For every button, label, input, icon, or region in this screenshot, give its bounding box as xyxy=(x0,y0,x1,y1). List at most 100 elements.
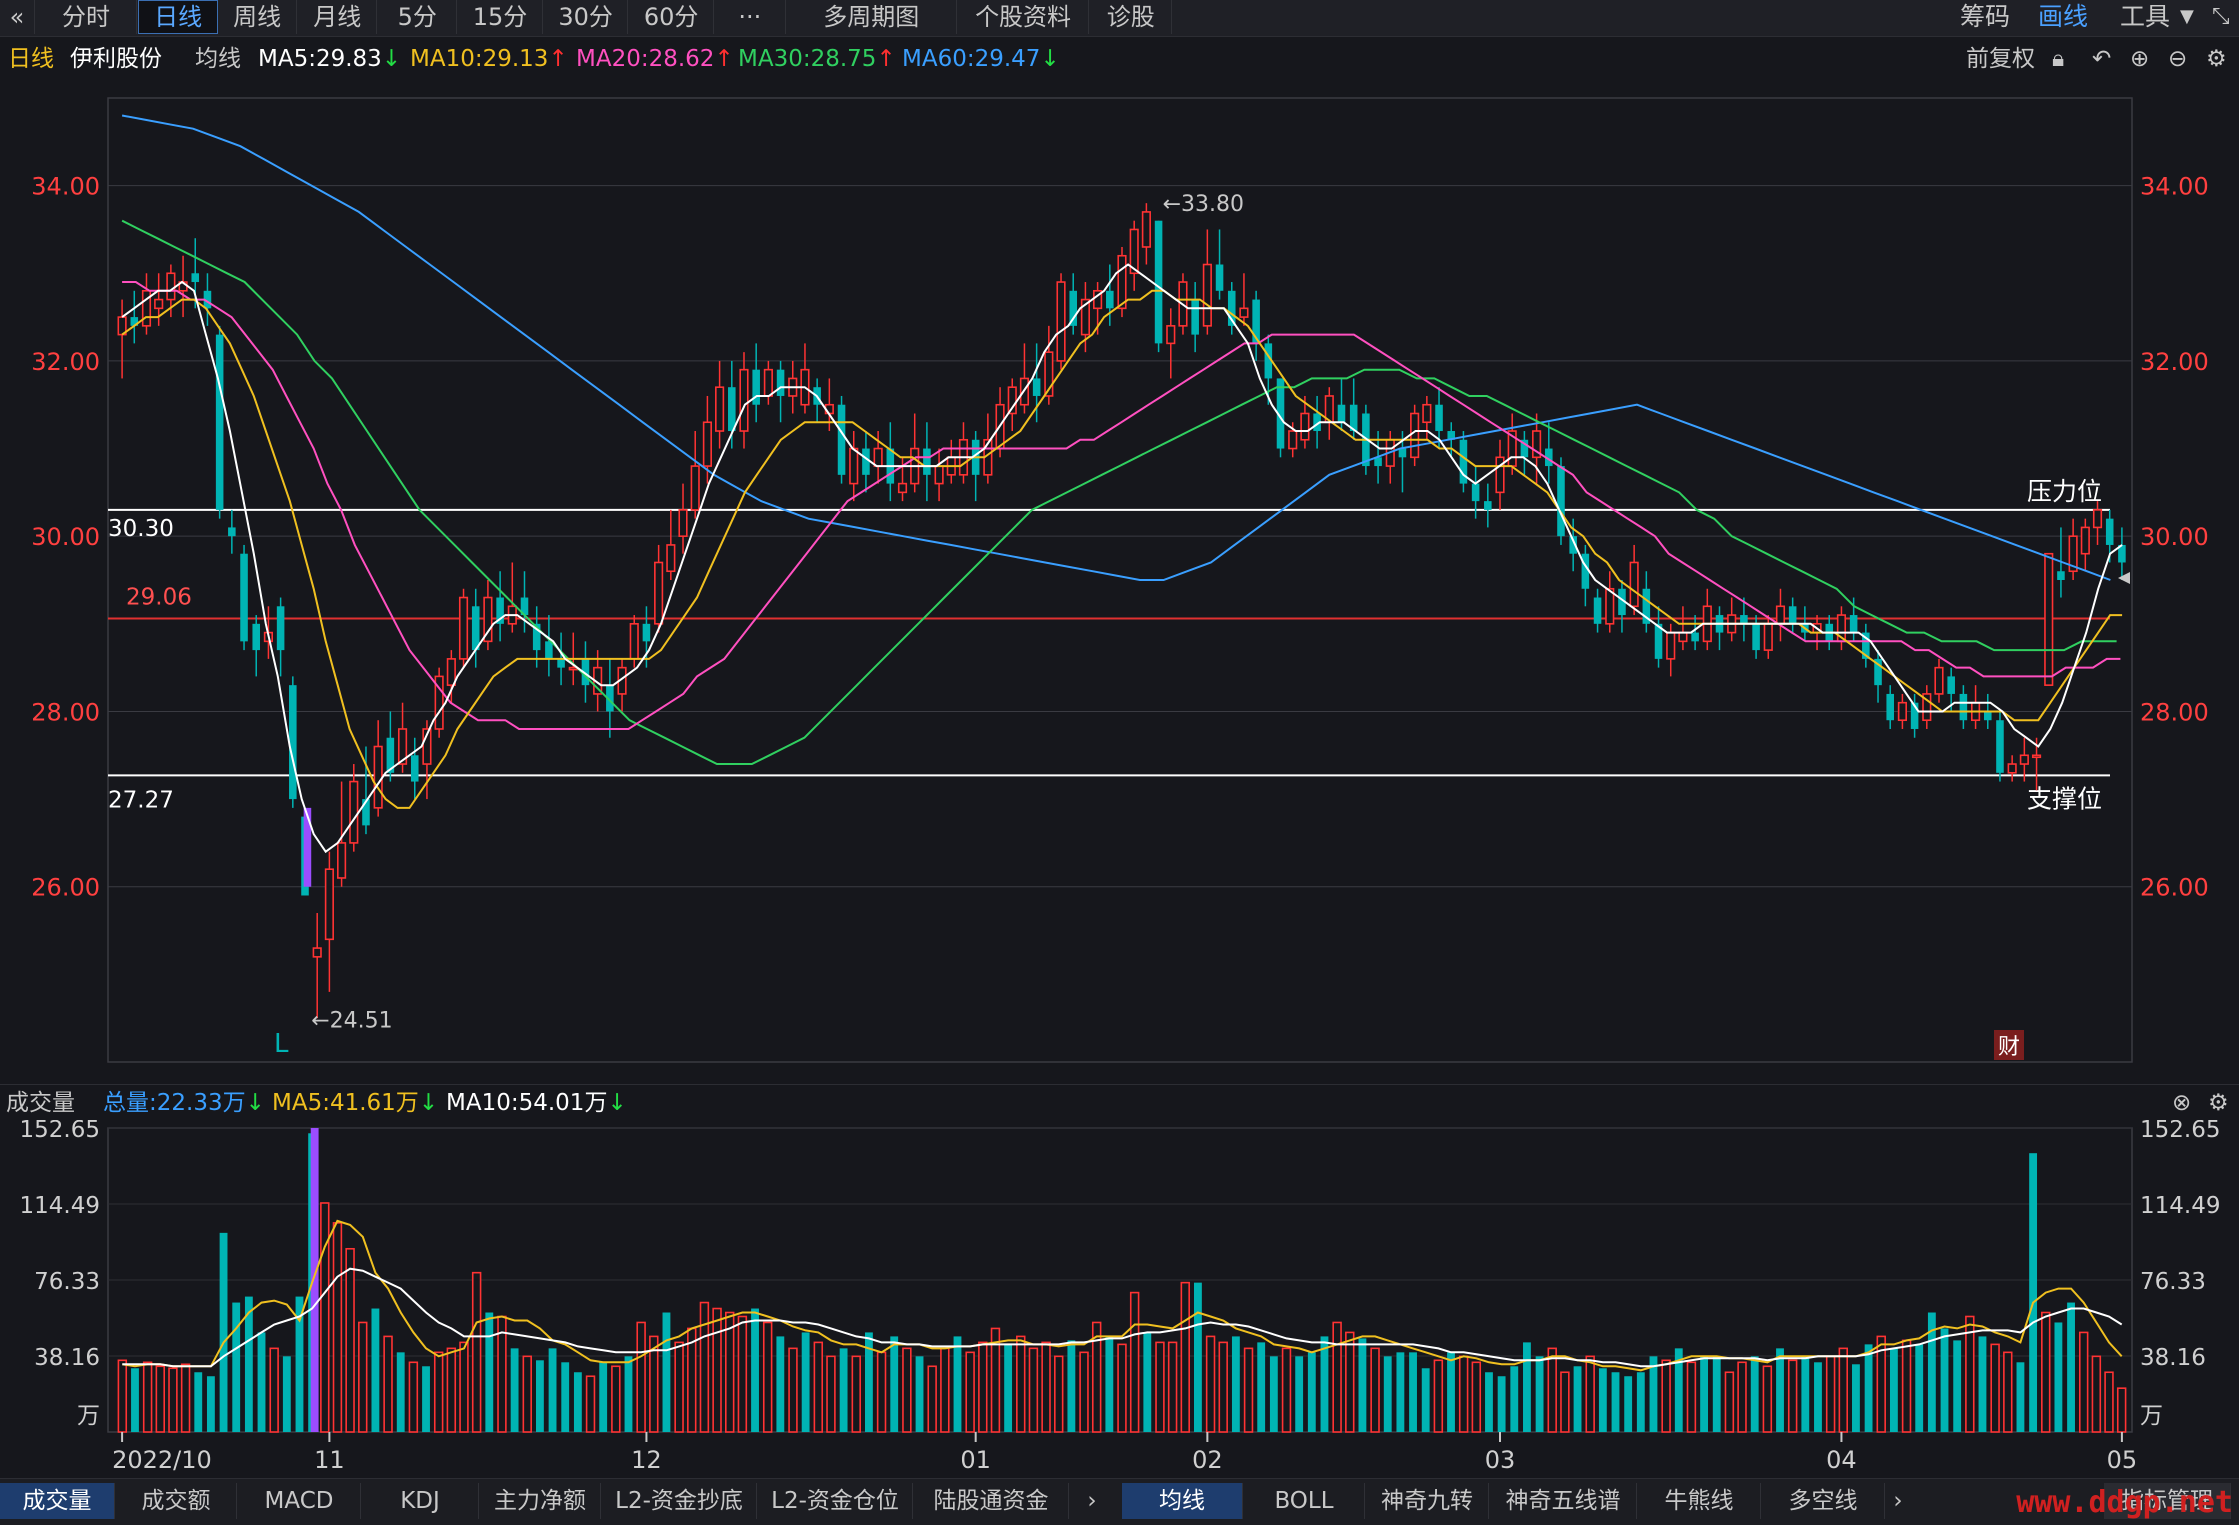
lock-icon[interactable]: 🔒︎ xyxy=(2052,40,2064,78)
bottom-tab-1[interactable]: 成交额 xyxy=(116,1483,237,1519)
candle[interactable] xyxy=(1715,606,1724,651)
tab-4[interactable]: 5分 xyxy=(378,0,458,34)
candle[interactable] xyxy=(1459,431,1468,493)
candle[interactable] xyxy=(1227,282,1236,335)
candle[interactable] xyxy=(1202,229,1212,335)
candle[interactable] xyxy=(1191,282,1199,353)
candle[interactable] xyxy=(690,431,700,519)
undo-icon[interactable]: ↶ xyxy=(2092,40,2111,78)
candle[interactable] xyxy=(678,483,688,554)
gear-icon[interactable]: ⚙ xyxy=(2206,40,2227,78)
tab-3[interactable]: 月线 xyxy=(298,0,378,34)
candle[interactable] xyxy=(1996,711,2004,782)
candle[interactable] xyxy=(1752,615,1760,659)
candle[interactable] xyxy=(1775,588,1786,642)
candle[interactable] xyxy=(471,588,480,668)
candle[interactable] xyxy=(1727,597,1737,642)
candle[interactable] xyxy=(1495,439,1505,510)
candle[interactable] xyxy=(1056,273,1066,370)
gear-icon[interactable]: ⚙ xyxy=(2208,1085,2229,1121)
candle[interactable] xyxy=(1618,580,1626,633)
candle[interactable] xyxy=(349,764,359,852)
candle[interactable] xyxy=(886,422,895,502)
bottom-tab-5[interactable]: L2-资金抄底 xyxy=(602,1483,757,1519)
candle[interactable] xyxy=(1897,693,1907,729)
candle[interactable] xyxy=(1215,229,1224,300)
overlay-tab-4[interactable]: 牛熊线 xyxy=(1638,1483,1761,1519)
candle[interactable] xyxy=(178,255,188,318)
candle[interactable] xyxy=(434,667,444,738)
candle[interactable] xyxy=(1545,422,1553,484)
ma-label[interactable]: 均线 xyxy=(195,40,241,78)
candle[interactable] xyxy=(458,588,469,668)
candle[interactable] xyxy=(1702,588,1712,651)
candle[interactable] xyxy=(752,343,760,423)
candle[interactable] xyxy=(1019,343,1030,414)
candle[interactable] xyxy=(1874,650,1882,703)
tab-5[interactable]: 15分 xyxy=(458,0,543,34)
candle[interactable] xyxy=(1959,685,1968,729)
chevron-right-icon[interactable]: › xyxy=(1884,1483,1912,1519)
tab-1[interactable]: 日线 xyxy=(138,0,219,34)
zoom-out-icon[interactable]: ⊖ xyxy=(2168,40,2187,78)
candle[interactable] xyxy=(1970,685,1981,729)
draw-line-button[interactable]: 画线 xyxy=(2038,0,2088,34)
candle[interactable] xyxy=(1605,571,1615,633)
candle[interactable] xyxy=(507,562,517,633)
candle[interactable] xyxy=(715,360,725,449)
candle[interactable] xyxy=(410,737,419,800)
candle[interactable] xyxy=(141,273,152,335)
candle[interactable] xyxy=(373,720,383,817)
bottom-tab-3[interactable]: KDJ xyxy=(362,1483,479,1519)
candle[interactable] xyxy=(2092,501,2103,545)
chip-button[interactable]: 筹码 xyxy=(1960,0,2010,34)
bottom-tab-0[interactable]: 成交量 xyxy=(0,1483,115,1519)
candle[interactable] xyxy=(1934,658,1944,703)
candle[interactable] xyxy=(1520,431,1529,475)
tab-11[interactable]: 诊股 xyxy=(1090,0,1173,34)
volume-chart[interactable]: 38.16 38.16 76.33 76.33 114.49 114.49 152.65 15… xyxy=(0,1120,2239,1478)
tab-9[interactable]: 多周期图 xyxy=(787,0,957,34)
candle[interactable] xyxy=(276,597,285,677)
candle[interactable] xyxy=(2118,527,2126,580)
double-chevron-left-icon[interactable]: « xyxy=(0,0,35,34)
tab-7[interactable]: 60分 xyxy=(629,0,714,34)
candle[interactable] xyxy=(1629,544,1639,616)
candle[interactable] xyxy=(2007,755,2017,782)
candle[interactable] xyxy=(946,439,956,484)
candle[interactable] xyxy=(1654,606,1663,668)
candle[interactable] xyxy=(2044,552,2054,686)
candle[interactable] xyxy=(971,431,980,502)
candle[interactable] xyxy=(654,544,664,633)
candle[interactable] xyxy=(1239,273,1249,326)
candle[interactable] xyxy=(117,299,127,379)
collapse-icon[interactable]: ⤡ xyxy=(2212,0,2230,34)
candlestick-chart[interactable]: 26.00 26.00 28.00 28.00 30.00 30.00 32.00 32.00… xyxy=(0,80,2239,1080)
candle[interactable] xyxy=(1593,588,1602,633)
candle[interactable] xyxy=(1763,615,1773,659)
candle[interactable] xyxy=(1788,597,1797,633)
zoom-in-icon[interactable]: ⊕ xyxy=(2130,40,2149,78)
candle[interactable] xyxy=(1129,220,1139,291)
candle[interactable] xyxy=(1581,544,1590,607)
candle[interactable] xyxy=(228,509,236,554)
candle[interactable] xyxy=(215,325,224,519)
overlay-tab-5[interactable]: 多空线 xyxy=(1762,1483,1885,1519)
candle[interactable] xyxy=(1922,685,1932,729)
candle[interactable] xyxy=(324,851,334,992)
candle[interactable] xyxy=(1862,623,1870,668)
candle[interactable] xyxy=(496,571,504,642)
tab-8[interactable]: ··· xyxy=(715,0,786,34)
candle[interactable] xyxy=(1886,685,1894,729)
candle[interactable] xyxy=(666,509,676,580)
candle[interactable] xyxy=(1252,290,1260,361)
candle[interactable] xyxy=(1069,273,1078,335)
candle[interactable] xyxy=(483,580,493,651)
overlay-tab-1[interactable]: BOLL xyxy=(1244,1483,1365,1519)
candle[interactable] xyxy=(1836,606,1847,651)
candle[interactable] xyxy=(1106,264,1114,326)
close-icon[interactable]: ⊗ xyxy=(2172,1085,2191,1121)
tools-button[interactable]: 工具 xyxy=(2120,0,2170,34)
candle[interactable] xyxy=(849,431,859,502)
candle[interactable] xyxy=(837,395,846,484)
